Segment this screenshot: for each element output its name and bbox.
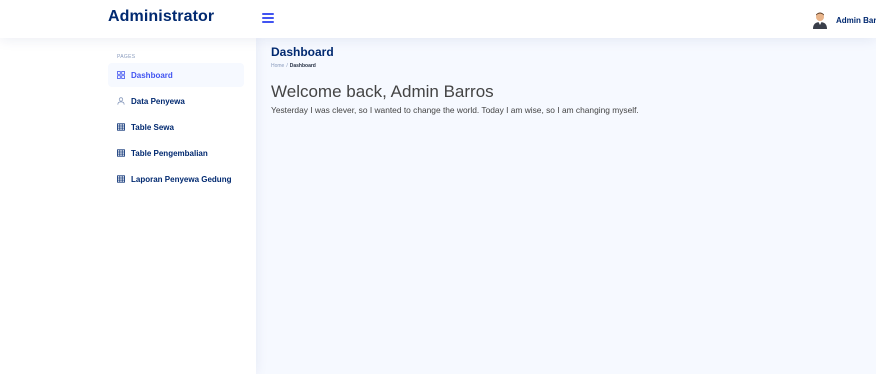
- sidebar-item-laporan-penyewa-gedung[interactable]: Laporan Penyewa Gedung: [108, 167, 244, 191]
- main-content: Dashboard Home / Dashboard Welcome back, A…: [256, 38, 876, 374]
- welcome-heading: Welcome back, Admin Barros: [271, 82, 494, 101]
- table-icon: [117, 149, 125, 157]
- table-icon: [117, 123, 125, 131]
- sidebar-item-label: Table Pengembalian: [131, 148, 208, 158]
- profile-menu[interactable]: Admin Barros: [811, 10, 876, 30]
- sidebar-item-label: Laporan Penyewa Gedung: [131, 174, 232, 184]
- hamburger-icon: [262, 13, 274, 15]
- grid-icon: [117, 71, 125, 79]
- sidebar: PAGES Dashboard Data Penyewa Table Sewa: [0, 38, 256, 374]
- sidebar-item-dashboard[interactable]: Dashboard: [108, 63, 244, 87]
- sidebar-toggle-button[interactable]: [262, 10, 276, 24]
- breadcrumb-separator: /: [286, 63, 288, 69]
- sidebar-item-data-penyewa[interactable]: Data Penyewa: [108, 89, 244, 113]
- sidebar-item-label: Dashboard: [131, 70, 173, 80]
- sidebar-item-table-pengembalian[interactable]: Table Pengembalian: [108, 141, 244, 165]
- sidebar-item-label: Data Penyewa: [131, 96, 185, 106]
- breadcrumb: Home / Dashboard: [271, 63, 316, 69]
- profile-name: Admin Barros: [836, 15, 876, 25]
- person-icon: [117, 97, 125, 105]
- sidebar-heading: PAGES: [117, 54, 136, 60]
- brand-logo-text[interactable]: Administrator: [108, 8, 214, 26]
- breadcrumb-current: Dashboard: [289, 63, 316, 69]
- welcome-quote: Yesterday I was clever, so I wanted to c…: [271, 105, 639, 115]
- sidebar-item-table-sewa[interactable]: Table Sewa: [108, 115, 244, 139]
- page-title: Dashboard: [271, 45, 334, 59]
- table-icon: [117, 175, 125, 183]
- header: Administrator Admin Barros: [0, 0, 876, 38]
- sidebar-item-label: Table Sewa: [131, 122, 174, 132]
- breadcrumb-home-link[interactable]: Home: [271, 63, 284, 69]
- avatar: [813, 12, 827, 29]
